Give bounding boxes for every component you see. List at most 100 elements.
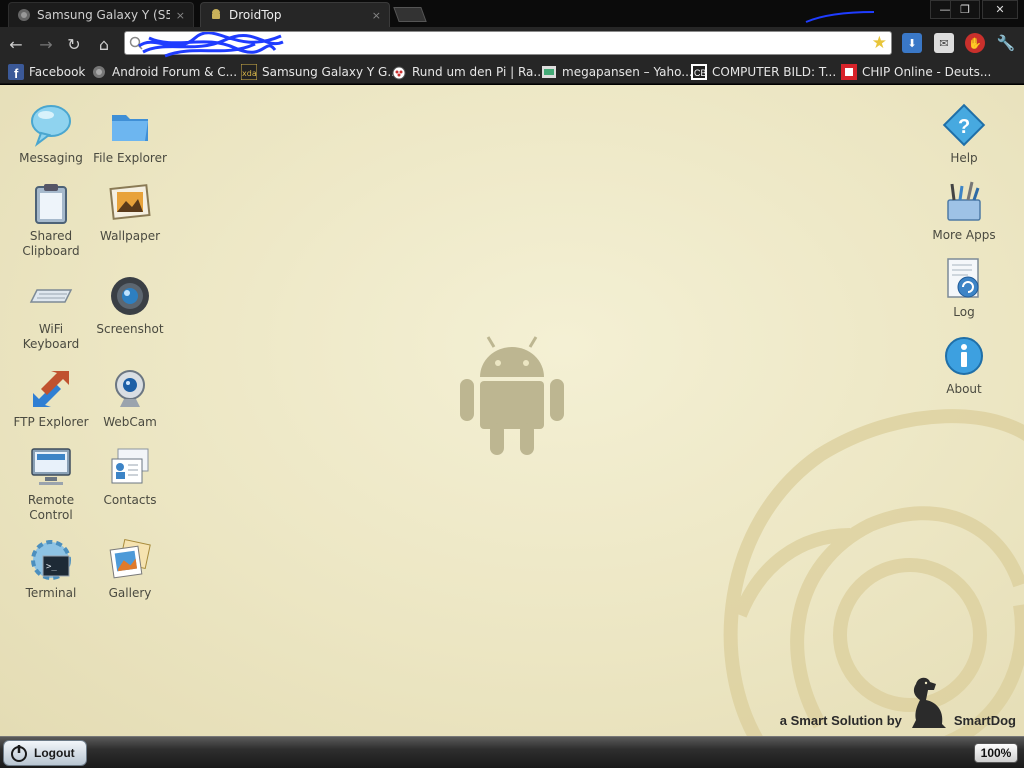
tab-samsung-galaxy[interactable]: Samsung Galaxy Y (S5360) × [8, 2, 194, 27]
xda-icon: xda [241, 64, 257, 80]
facebook-icon: f [8, 64, 24, 80]
chip-icon [841, 64, 857, 80]
forward-button[interactable]: → [36, 34, 56, 54]
bookmark-item[interactable]: CHIP Online - Deuts... [841, 64, 991, 80]
bookmark-item[interactable]: Rund um den Pi | Ra... [391, 64, 545, 80]
photo-stack-icon [109, 538, 151, 579]
close-window-button[interactable]: ✕ [982, 0, 1018, 19]
desktop-icon-shared-clipboard[interactable]: Shared Clipboard [11, 181, 91, 259]
desktop-icon-contacts[interactable]: Contacts [90, 445, 170, 508]
icon-label: WiFi Keyboard [22, 322, 80, 351]
icon-label: Messaging [19, 151, 83, 165]
android-robot-logo [460, 336, 564, 455]
pencil-cup-icon [947, 181, 981, 221]
desktop-icon-wallpaper[interactable]: Wallpaper [90, 181, 170, 244]
icon-label: Terminal [25, 586, 77, 600]
wrench-icon[interactable]: 🔧 [996, 33, 1016, 53]
desktop-icon-ftp-explorer[interactable]: FTP Explorer [11, 367, 91, 430]
back-button[interactable]: ← [6, 34, 26, 54]
desktop-icon-messaging[interactable]: Messaging [11, 103, 91, 166]
bookmark-label: megapansen – Yaho... [562, 65, 693, 79]
icon-label: Screenshot [96, 322, 164, 336]
address-bar[interactable]: ★ [124, 31, 892, 58]
desktop-icon-log[interactable]: Log [924, 257, 1004, 320]
tab-droidtop[interactable]: DroidTop × [200, 2, 390, 27]
bookmark-item[interactable]: f Facebook [8, 64, 85, 80]
svg-text:f: f [14, 66, 19, 80]
mail-icon[interactable]: ✉ [934, 33, 954, 53]
restore-button[interactable]: ❐ [950, 0, 980, 19]
adblock-icon[interactable]: ✋ [965, 33, 985, 53]
desktop-icon-file-explorer[interactable]: File Explorer [90, 103, 170, 166]
bottom-bar: Logout 100% [0, 736, 1024, 768]
zoom-level-indicator[interactable]: 100% [974, 743, 1018, 763]
desktop-icon-wifi-keyboard[interactable]: WiFi Keyboard [11, 274, 91, 352]
speech-bubble-icon [31, 105, 71, 147]
transfer-arrows-icon [33, 371, 69, 407]
logout-label: Logout [34, 746, 75, 760]
keyboard-icon [29, 289, 73, 303]
bookmark-item[interactable]: CB COMPUTER BILD: T... [691, 64, 836, 80]
tab-close-button[interactable]: × [176, 9, 185, 22]
android-icon [93, 66, 105, 78]
icon-label: Gallery [108, 586, 152, 600]
home-button[interactable]: ⌂ [94, 34, 114, 54]
camera-lens-icon [111, 277, 149, 315]
icon-label: File Explorer [93, 151, 167, 165]
bookmark-label: CHIP Online - Deuts... [862, 65, 992, 79]
bookmark-label: COMPUTER BILD: T... [712, 65, 837, 79]
info-circle-icon [945, 337, 983, 375]
smartdog-branding: a Smart Solution by SmartDog [780, 674, 1016, 730]
icon-label: Help [950, 151, 978, 165]
icon-label: More Apps [932, 228, 996, 242]
raspberry-icon [392, 66, 406, 80]
power-icon [11, 745, 27, 762]
folder-icon [112, 115, 148, 141]
bookmark-star-icon[interactable]: ★ [872, 33, 887, 53]
desktop-icon-screenshot[interactable]: Screenshot [90, 274, 170, 337]
icon-label: Log [953, 305, 975, 319]
bookmark-item[interactable]: Android Forum & C... [91, 64, 237, 80]
bookmark-item[interactable]: megapansen – Yaho... [541, 64, 693, 80]
icon-label: Wallpaper [99, 229, 161, 243]
desktop-icon-terminal[interactable]: >_ Terminal [11, 538, 91, 601]
help-diamond-icon: ? [942, 103, 986, 147]
brand-prefix: a Smart Solution by [779, 713, 902, 728]
bookmark-label: Samsung Galaxy Y G... [262, 65, 399, 79]
svg-text:xda: xda [242, 69, 257, 78]
bookmark-label: Facebook [29, 65, 86, 79]
scribble-mark [805, 11, 875, 23]
redaction-scribble [138, 32, 284, 58]
page-icon [542, 66, 556, 78]
desktop-icon-remote-control[interactable]: Remote Control [11, 445, 91, 523]
svg-text:?: ? [958, 116, 970, 138]
svg-text:CB: CB [694, 68, 707, 78]
desktop-icon-help[interactable]: ? Help [924, 103, 1004, 166]
clipboard-icon [35, 184, 67, 224]
logout-button[interactable]: Logout [3, 740, 87, 766]
icon-label: About [946, 382, 982, 396]
bookmarks-bar: f Facebook Android Forum & C... xda Sams… [0, 60, 1024, 84]
log-document-icon [947, 258, 979, 298]
dog-logo-icon [911, 677, 946, 728]
contact-cards-icon [111, 448, 149, 484]
tab-close-button[interactable]: × [372, 9, 381, 22]
icon-label: Contacts [103, 493, 157, 507]
bookmark-label: Android Forum & C... [112, 65, 238, 79]
terminal-gear-icon: >_ [31, 540, 71, 580]
desktop-icon-webcam[interactable]: WebCam [90, 367, 170, 430]
icon-label: Remote Control [27, 493, 75, 522]
download-extension-icon[interactable]: ⬇ [902, 33, 922, 53]
desktop-icon-gallery[interactable]: Gallery [90, 538, 170, 601]
desktop-icon-more-apps[interactable]: More Apps [924, 180, 1004, 243]
icon-label: FTP Explorer [13, 415, 89, 429]
monitor-icon [31, 448, 71, 485]
bookmark-item[interactable]: xda Samsung Galaxy Y G... [241, 64, 399, 80]
new-tab-button[interactable] [393, 7, 427, 22]
tab-label: Samsung Galaxy Y (S5360) [37, 8, 170, 22]
android-icon [212, 9, 220, 19]
tab-label: DroidTop [229, 8, 282, 22]
desktop-icon-about[interactable]: About [924, 334, 1004, 397]
svg-text:>_: >_ [46, 562, 57, 572]
reload-button[interactable]: ↻ [64, 34, 84, 54]
